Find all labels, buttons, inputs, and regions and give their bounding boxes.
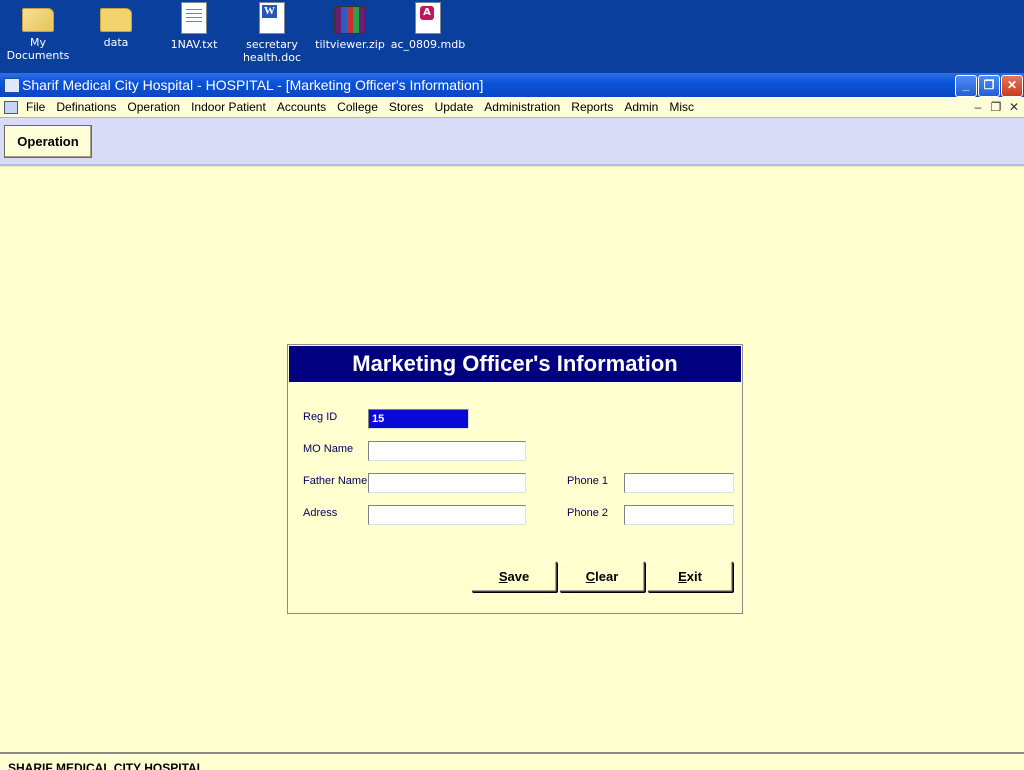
clear-hotkey: C bbox=[585, 569, 596, 584]
menu-item-college[interactable]: College bbox=[331, 97, 383, 117]
reg-id-label: Reg ID bbox=[303, 411, 338, 423]
desktop-icon-tiltviewer[interactable]: tiltviewer.zip bbox=[312, 2, 388, 51]
desktop-icon-secretary-health[interactable]: W secretary health.doc bbox=[234, 2, 310, 64]
menu-item-stores[interactable]: Stores bbox=[383, 97, 429, 117]
menu-item-admin[interactable]: Admin bbox=[618, 97, 663, 117]
close-button[interactable]: ✕ bbox=[1001, 75, 1023, 97]
menu-item-update[interactable]: Update bbox=[429, 97, 479, 117]
desktop-icon-my-documents[interactable]: My Documents bbox=[0, 2, 76, 62]
menu-item-operation[interactable]: Operation bbox=[121, 97, 185, 117]
menu-item-misc[interactable]: Misc bbox=[663, 97, 699, 117]
menu-bar: File Definations Operation Indoor Patien… bbox=[0, 97, 1024, 118]
desktop-icon-label: data bbox=[103, 36, 129, 49]
desktop-icon-label: ac_0809.mdb bbox=[390, 38, 466, 51]
desktop-icon-label: secretary health.doc bbox=[242, 38, 302, 64]
mdi-minimize-button[interactable]: – bbox=[969, 97, 987, 117]
mdi-child-icon[interactable] bbox=[4, 101, 18, 114]
exit-button[interactable]: Exit bbox=[647, 561, 733, 592]
save-label-rest: ave bbox=[507, 569, 530, 584]
menu-item-administration[interactable]: Administration bbox=[478, 97, 565, 117]
phone1-label: Phone 1 bbox=[567, 475, 608, 487]
phone2-label: Phone 2 bbox=[567, 507, 608, 519]
menu-item-accounts[interactable]: Accounts bbox=[271, 97, 331, 117]
desktop-icon-1nav[interactable]: 1NAV.txt bbox=[156, 2, 232, 51]
phone2-field[interactable] bbox=[624, 505, 734, 525]
phone1-field[interactable] bbox=[624, 473, 734, 493]
exit-hotkey: E bbox=[678, 569, 687, 584]
operation-button[interactable]: Operation bbox=[4, 125, 92, 158]
access-db-icon: A bbox=[415, 2, 441, 34]
app-icon[interactable] bbox=[4, 78, 20, 93]
clear-label-rest: lear bbox=[595, 569, 619, 584]
father-name-field[interactable] bbox=[368, 473, 526, 493]
menu-item-file[interactable]: File bbox=[20, 97, 50, 117]
mdi-restore-button[interactable]: ❐ bbox=[987, 97, 1005, 117]
mo-name-label: MO Name bbox=[303, 443, 354, 455]
window-titlebar[interactable]: Sharif Medical City Hospital - HOSPITAL … bbox=[0, 73, 1024, 97]
desktop: My Documents data 1NAV.txt W secretary h… bbox=[0, 0, 1024, 73]
mdi-close-button[interactable]: ✕ bbox=[1005, 97, 1023, 117]
minimize-button[interactable]: _ bbox=[955, 75, 977, 97]
save-button[interactable]: Save bbox=[471, 561, 557, 592]
reg-id-field[interactable]: 15 bbox=[368, 409, 469, 429]
toolbar: Operation bbox=[0, 118, 1024, 166]
menu-item-reports[interactable]: Reports bbox=[565, 97, 618, 117]
desktop-icon-data[interactable]: data bbox=[78, 2, 154, 49]
text-file-icon bbox=[181, 2, 207, 34]
exit-label-rest: xit bbox=[686, 569, 702, 584]
word-doc-icon: W bbox=[259, 2, 285, 34]
status-bar: SHARIF MEDICAL CITY HOSPITAL bbox=[0, 752, 1024, 770]
father-name-label: Father Name bbox=[303, 475, 368, 487]
desktop-icon-ac-0809[interactable]: A ac_0809.mdb bbox=[390, 2, 466, 51]
restore-button[interactable]: ❐ bbox=[978, 75, 1000, 97]
window-title: Sharif Medical City Hospital - HOSPITAL … bbox=[22, 77, 484, 93]
menu-item-definations[interactable]: Definations bbox=[50, 97, 121, 117]
clear-button[interactable]: Clear bbox=[559, 561, 645, 592]
form-title: Marketing Officer's Information bbox=[289, 346, 741, 382]
folder-open-icon bbox=[22, 8, 54, 32]
desktop-icon-label: 1NAV.txt bbox=[170, 38, 218, 51]
address-field[interactable] bbox=[368, 505, 526, 525]
address-label: Adress bbox=[303, 507, 338, 519]
mo-name-field[interactable] bbox=[368, 441, 526, 461]
desktop-icon-label: My Documents bbox=[6, 36, 70, 62]
status-text: SHARIF MEDICAL CITY HOSPITAL bbox=[8, 761, 205, 770]
marketing-officer-form: Marketing Officer's Information Reg ID 1… bbox=[287, 344, 743, 614]
folder-icon bbox=[100, 8, 132, 32]
zip-archive-icon bbox=[334, 6, 366, 34]
menu-item-indoor-patient[interactable]: Indoor Patient bbox=[185, 97, 271, 117]
desktop-icon-label: tiltviewer.zip bbox=[315, 38, 385, 51]
